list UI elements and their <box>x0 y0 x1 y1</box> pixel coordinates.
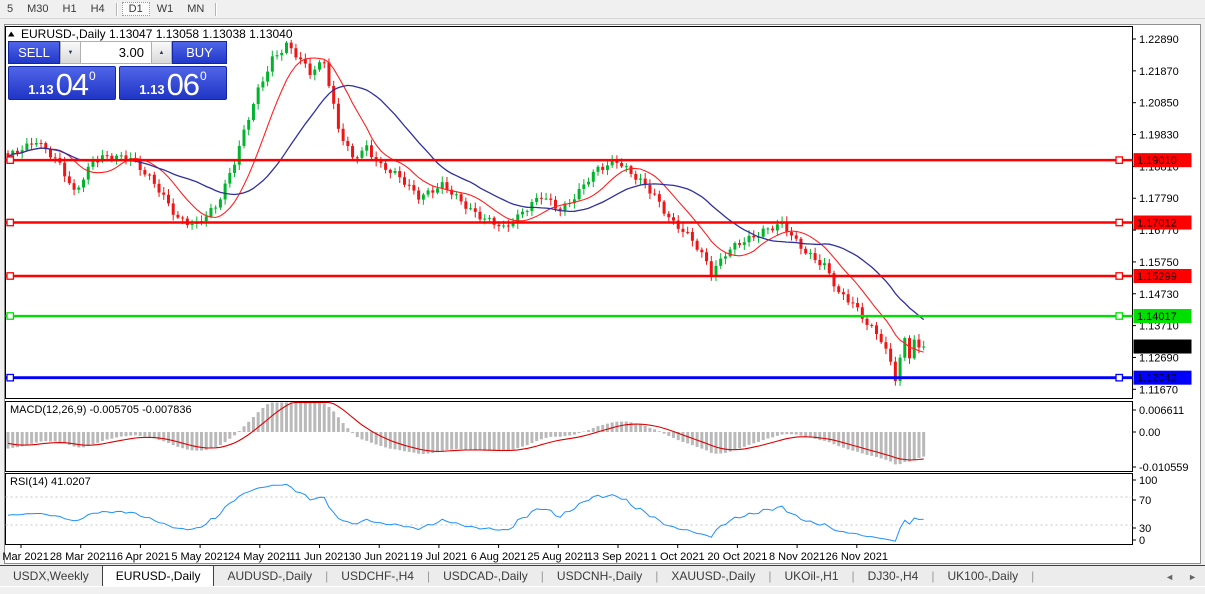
svg-text:1.13040: 1.13040 <box>1137 342 1177 354</box>
sell-price-small: 1.13 <box>28 83 53 97</box>
chart-tab-eurusd-daily[interactable]: EURUSD-,Daily <box>102 565 215 587</box>
chart-ohlc-header: EURUSD-,Daily 1.13047 1.13058 1.13038 1.… <box>21 27 293 41</box>
svg-text:1.14017: 1.14017 <box>1137 311 1177 323</box>
hline-handle[interactable] <box>1116 313 1122 319</box>
buy-price-box[interactable]: 1.13060 <box>119 66 227 100</box>
svg-text:-0.010559: -0.010559 <box>1139 462 1189 474</box>
chart-tab-usdcad-daily[interactable]: USDCAD-,Daily <box>430 566 541 587</box>
chart-tab-xauusd-daily[interactable]: XAUUSD-,Daily <box>658 566 768 587</box>
svg-text:1.21870: 1.21870 <box>1139 66 1179 78</box>
svg-text:1 Oct 2021: 1 Oct 2021 <box>651 551 705 563</box>
chart-tab-ukoil-h1[interactable]: UKOil-,H1 <box>772 566 852 587</box>
hline-handle[interactable] <box>7 313 13 319</box>
svg-text:1.20850: 1.20850 <box>1139 98 1179 110</box>
chart-tab-uk100-daily[interactable]: UK100-,Daily <box>934 566 1031 587</box>
timeframe-button-w1[interactable]: W1 <box>150 2 181 16</box>
svg-text:1.12690: 1.12690 <box>1139 352 1179 364</box>
timeframe-button-d1[interactable]: D1 <box>122 2 150 16</box>
volume-increase-button[interactable]: ▲ <box>151 41 172 64</box>
svg-text:20 Oct 2021: 20 Oct 2021 <box>707 551 767 563</box>
tab-scroll-left-icon[interactable]: ◄ <box>1165 572 1174 582</box>
sell-price-superscript: 0 <box>89 70 96 82</box>
svg-text:28 Mar 2021: 28 Mar 2021 <box>50 551 112 563</box>
tab-scroll-right-icon[interactable]: ► <box>1188 572 1197 582</box>
svg-text:1.14730: 1.14730 <box>1139 289 1179 301</box>
toolbar-separator <box>215 3 217 16</box>
svg-text:19 Jul 2021: 19 Jul 2021 <box>410 551 467 563</box>
hline-handle[interactable] <box>7 219 13 225</box>
buy-button[interactable]: BUY <box>172 41 227 64</box>
hline-handle[interactable] <box>1116 273 1122 279</box>
volume-decrease-button[interactable]: ▼ <box>60 41 81 64</box>
svg-text:30: 30 <box>1139 523 1151 535</box>
timeframe-toolbar: 5M30H1H4 D1W1MN <box>0 0 1205 19</box>
sell-price-big: 04 <box>56 72 88 97</box>
svg-text:8 Nov 2021: 8 Nov 2021 <box>769 551 825 563</box>
svg-text:100: 100 <box>1139 475 1157 487</box>
svg-text:70: 70 <box>1139 495 1151 507</box>
chevron-up-icon: ▲ <box>159 50 165 56</box>
chart-tab-audusd-daily[interactable]: AUDUSD-,Daily <box>214 566 325 587</box>
chart-tabs-bar: USDX,WeeklyEURUSD-,DailyAUDUSD-,Daily | US… <box>0 565 1205 587</box>
buy-price-small: 1.13 <box>139 83 164 97</box>
hline-handle[interactable] <box>7 273 13 279</box>
quote-boxes-row: 1.13040 1.13060 <box>8 66 227 100</box>
svg-text:1.19830: 1.19830 <box>1139 130 1179 142</box>
svg-text:1.15750: 1.15750 <box>1139 257 1179 269</box>
hline-handle[interactable] <box>1116 374 1122 380</box>
svg-text:16 Apr 2021: 16 Apr 2021 <box>111 551 170 563</box>
svg-text:0.006611: 0.006611 <box>1139 405 1184 417</box>
hline-handle[interactable] <box>7 157 13 163</box>
chart-tab-usdx-weekly[interactable]: USDX,Weekly <box>0 566 102 587</box>
chart-tab-usdchf-h4[interactable]: USDCHF-,H4 <box>328 566 427 587</box>
buy-price-big: 06 <box>167 72 199 97</box>
tab-separator: | <box>1031 566 1034 587</box>
buy-price-superscript: 0 <box>200 70 207 82</box>
svg-text:30 Jun 2021: 30 Jun 2021 <box>349 551 410 563</box>
hline-handle[interactable] <box>7 374 13 380</box>
svg-text:6 Aug 2021: 6 Aug 2021 <box>471 551 527 563</box>
svg-text:0.00: 0.00 <box>1139 427 1160 439</box>
rsi-label: RSI(14) 41.0207 <box>10 476 91 488</box>
timeframe-button-mn[interactable]: MN <box>180 2 211 16</box>
hline-handle[interactable] <box>1116 219 1122 225</box>
svg-text:1.19010: 1.19010 <box>1137 155 1177 167</box>
svg-text:1.15299: 1.15299 <box>1137 271 1177 283</box>
toolbar-separator <box>116 3 118 16</box>
timeframe-button-h4[interactable]: H4 <box>84 2 112 16</box>
svg-text:1.12042: 1.12042 <box>1137 373 1177 385</box>
svg-text:5 May 2021: 5 May 2021 <box>171 551 228 563</box>
trade-controls-row: SELL ▼ 3.00 ▲ BUY <box>8 41 227 64</box>
svg-text:1.22890: 1.22890 <box>1139 34 1179 46</box>
chevron-down-icon: ▼ <box>68 50 74 56</box>
svg-text:9 Mar 2021: 9 Mar 2021 <box>0 551 49 563</box>
timeframe-button-m30[interactable]: M30 <box>20 2 55 16</box>
svg-text:1.11670: 1.11670 <box>1139 384 1178 396</box>
svg-text:26 Nov 2021: 26 Nov 2021 <box>826 551 888 563</box>
tab-scroll-arrows: ◄► <box>1165 566 1205 587</box>
rsi-pane[interactable] <box>6 474 1133 545</box>
sell-button[interactable]: SELL <box>8 41 60 64</box>
sell-price-box[interactable]: 1.13040 <box>8 66 116 100</box>
timeframe-button-5[interactable]: 5 <box>0 2 20 16</box>
svg-text:11 Jun 2021: 11 Jun 2021 <box>290 551 350 563</box>
hline-handle[interactable] <box>1116 157 1122 163</box>
svg-text:25 Aug 2021: 25 Aug 2021 <box>527 551 589 563</box>
svg-text:0: 0 <box>1139 535 1145 547</box>
one-click-trading-panel: SELL ▼ 3.00 ▲ BUY 1.13040 1.13060 <box>8 41 227 100</box>
svg-text:1.17790: 1.17790 <box>1139 193 1179 205</box>
chart-tab-dj30-h4[interactable]: DJ30-,H4 <box>855 566 932 587</box>
svg-text:1.17012: 1.17012 <box>1137 218 1177 230</box>
timeframe-button-h1[interactable]: H1 <box>56 2 84 16</box>
macd-label: MACD(12,26,9) -0.005705 -0.007836 <box>10 404 192 416</box>
volume-input[interactable]: 3.00 <box>81 41 151 64</box>
chart-tab-usdcnh-daily[interactable]: USDCNH-,Daily <box>544 566 655 587</box>
svg-text:13 Sep 2021: 13 Sep 2021 <box>587 551 649 563</box>
svg-text:24 May 2021: 24 May 2021 <box>228 551 292 563</box>
